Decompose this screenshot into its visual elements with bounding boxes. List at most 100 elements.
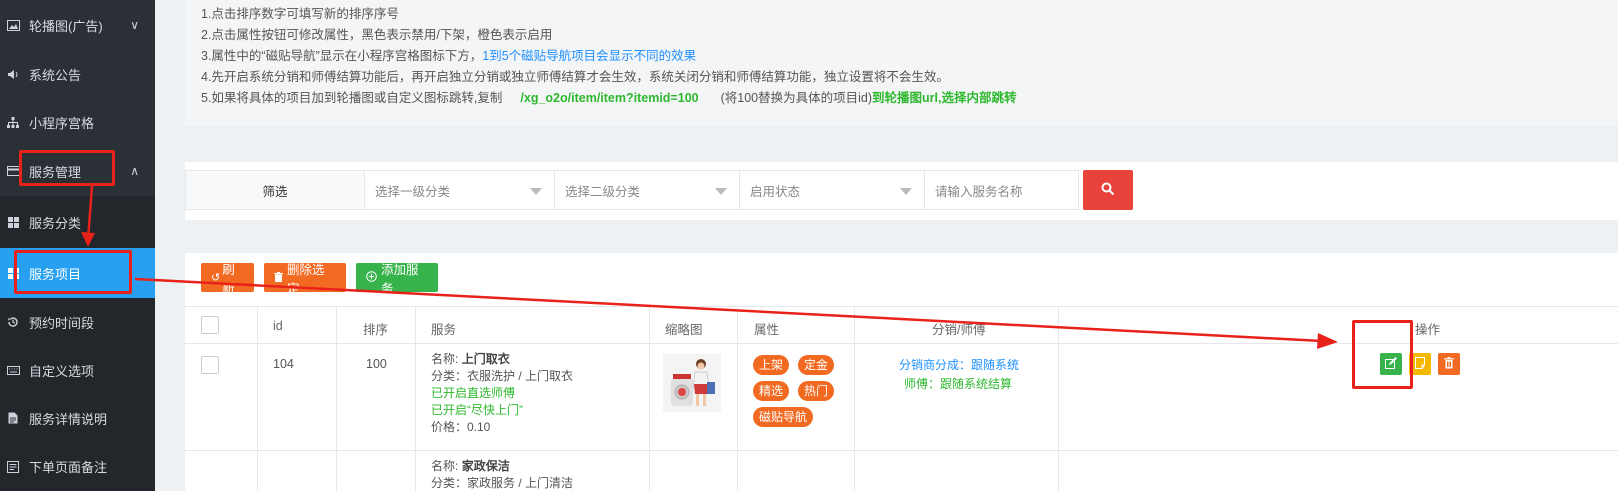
delete-selected-button[interactable]: 删除选定 (264, 263, 346, 296)
header-distribution: 分销/师傅 (932, 323, 986, 337)
refresh-button[interactable]: ↺ 刷新 (201, 263, 254, 296)
note-text: 5.如果将具体的项目加到轮播图或自定义图标跳转,复制 (201, 91, 503, 105)
sidebar-item-carousel[interactable]: 轮播图(广告) ∨ (0, 0, 155, 50)
note-text: (将100替换为具体的项目id) (720, 91, 873, 105)
header-cell: 操作 (1059, 307, 1618, 343)
chevron-up-icon: ∧ (130, 164, 139, 178)
grid-icon (6, 215, 20, 229)
sitemap-icon (6, 115, 20, 129)
trash-icon (274, 271, 283, 285)
sidebar-item-label: 服务分类 (29, 215, 82, 231)
row-cell (185, 451, 258, 491)
select-value: 选择二级分类 (565, 184, 641, 199)
row-cell (650, 344, 738, 450)
attr-tag-deposit[interactable]: 定金 (798, 355, 835, 375)
filter-label: 筛选 (185, 170, 365, 210)
input-placeholder: 请输入服务名称 (935, 184, 1023, 199)
sidebar-item-label: 小程序宫格 (29, 115, 95, 131)
header-cell: 缩略图 (650, 307, 738, 343)
sidebar-item-label: 下单页面备注 (29, 460, 108, 475)
row-cell: 名称: 家政保洁 分类：家政服务 / 上门清洁 (416, 451, 650, 491)
sidebar-item-label: 预约时间段 (29, 315, 95, 331)
row-cell: 分销商分成：跟随系统 师傅：跟随系统结算 (855, 344, 1059, 450)
header-operations: 操作 (1415, 323, 1441, 337)
button-label: 删除选定 (287, 262, 325, 296)
note-line: 2.点击属性按钮可修改属性，黑色表示禁用/下架，橙色表示启用 (201, 28, 553, 42)
fast-visit-status: 已开启“尽快上门” (431, 403, 523, 417)
sidebar-item-label: 轮播图(广告) (29, 18, 103, 34)
service-info: 名称: 家政保洁 分类：家政服务 / 上门清洁 (431, 458, 573, 491)
sidebar: 轮播图(广告) ∨ 系统公告 小程序宫格 服务管理 ∧ 服务分类 服务项目 预约… (0, 0, 155, 491)
row-cell (185, 344, 258, 450)
direct-master-status: 已开启直选师傅 (431, 386, 516, 400)
attr-tag-on-shelf[interactable]: 上架 (753, 355, 790, 375)
service-name-search-input[interactable]: 请输入服务名称 (925, 170, 1079, 210)
note-line: 3.属性中的“磁贴导航”显示在小程序宫格图标下方，1到5个磁贴导航项目会显示不同… (201, 46, 1618, 67)
annotation-box-service-management (19, 150, 115, 186)
attr-tag-hot[interactable]: 热门 (798, 381, 835, 401)
search-button[interactable] (1083, 170, 1133, 210)
name-value: 上门取衣 (461, 352, 510, 366)
note-line: 5.如果将具体的项目加到轮播图或自定义图标跳转,复制/xg_o2o/item/i… (201, 88, 1618, 109)
sidebar-item-label: 系统公告 (29, 67, 82, 83)
history-icon (6, 315, 20, 329)
attr-tag-featured[interactable]: 精选 (753, 381, 790, 401)
refresh-icon: ↺ (211, 272, 221, 284)
row-cell: 104 (258, 344, 337, 450)
service-info: 名称: 上门取衣 分类：衣服洗护 / 上门取衣 已开启直选师傅 已开启“尽快上门… (431, 351, 573, 436)
service-name: 名称: 家政保洁 (431, 458, 573, 475)
row-cell (855, 451, 1059, 491)
secondary-category-select[interactable]: 选择二级分类 (555, 170, 740, 210)
name-label: 名称: (431, 352, 459, 366)
sidebar-item-announcement[interactable]: 系统公告 (0, 50, 155, 98)
speaker-icon (6, 67, 20, 81)
name-label: 名称: (431, 459, 459, 473)
sidebar-item-order-notes[interactable]: 下单页面备注 (0, 442, 155, 491)
delete-button[interactable] (1438, 353, 1460, 375)
select-value: 启用状态 (750, 184, 801, 199)
notes-panel: 1.点击排序数字可填写新的排序序号 2.点击属性按钮可修改属性，黑色表示禁用/下… (185, 0, 1618, 126)
select-all-checkbox[interactable] (201, 316, 219, 334)
card-icon (6, 164, 20, 178)
master-label: 师傅： (904, 377, 941, 391)
document-icon (6, 411, 20, 425)
header-cell (185, 307, 258, 343)
header-thumbnail: 缩略图 (665, 323, 703, 337)
header-cell: 排序 (337, 307, 416, 343)
note-line: 1.点击排序数字可填写新的排序序号 (201, 7, 399, 21)
table-row: 名称: 家政保洁 分类：家政服务 / 上门清洁 (185, 451, 1618, 491)
sidebar-item-service-details[interactable]: 服务详情说明 (0, 394, 155, 442)
add-service-button[interactable]: 添加服务 (356, 263, 438, 296)
button-label: 刷新 (222, 262, 235, 296)
filter-panel: 筛选 选择一级分类 选择二级分类 启用状态 请输入服务名称 (185, 162, 1618, 220)
status-select[interactable]: 启用状态 (740, 170, 925, 210)
sidebar-item-custom-options[interactable]: 自定义选项 (0, 346, 155, 394)
main-content: 1.点击排序数字可填写新的排序序号 2.点击属性按钮可修改属性，黑色表示禁用/下… (155, 0, 1618, 491)
chevron-down-icon: ∨ (130, 18, 139, 32)
service-category: 分类：家政服务 / 上门清洁 (431, 476, 574, 490)
sidebar-item-service-category[interactable]: 服务分类 (0, 196, 155, 248)
sort-number[interactable]: 100 (366, 357, 387, 371)
keyboard-icon (6, 363, 20, 377)
attr-tag-tile-nav[interactable]: 磁贴导航 (753, 407, 814, 427)
row-cell (738, 451, 855, 491)
row-cell: 100 (337, 344, 416, 450)
note-highlight: 1到5个磁贴导航项目会显示不同的效果 (482, 49, 697, 63)
note-icon (6, 460, 20, 474)
image-icon (6, 18, 20, 32)
sidebar-item-time-slots[interactable]: 预约时间段 (0, 298, 155, 346)
annotation-box-service-items (14, 250, 132, 294)
table-toolbar: ↺ 刷新 删除选定 添加服务 (201, 263, 438, 296)
row-cell (650, 451, 738, 491)
service-category: 分类：衣服洗护 / 上门取衣 (431, 369, 574, 383)
distribution-share: 分销商分成：跟随系统 (899, 356, 1019, 373)
note-highlight: 到轮播图url,选择内部跳转 (872, 91, 1017, 105)
header-service: 服务 (431, 323, 457, 337)
row-checkbox[interactable] (201, 356, 219, 374)
row-cell (258, 451, 337, 491)
sidebar-item-grid[interactable]: 小程序宫格 (0, 98, 155, 146)
primary-category-select[interactable]: 选择一级分类 (365, 170, 555, 210)
dropdown-arrow-icon (715, 188, 727, 195)
annotation-box-edit-button (1352, 320, 1413, 389)
row-cell (1059, 344, 1618, 450)
